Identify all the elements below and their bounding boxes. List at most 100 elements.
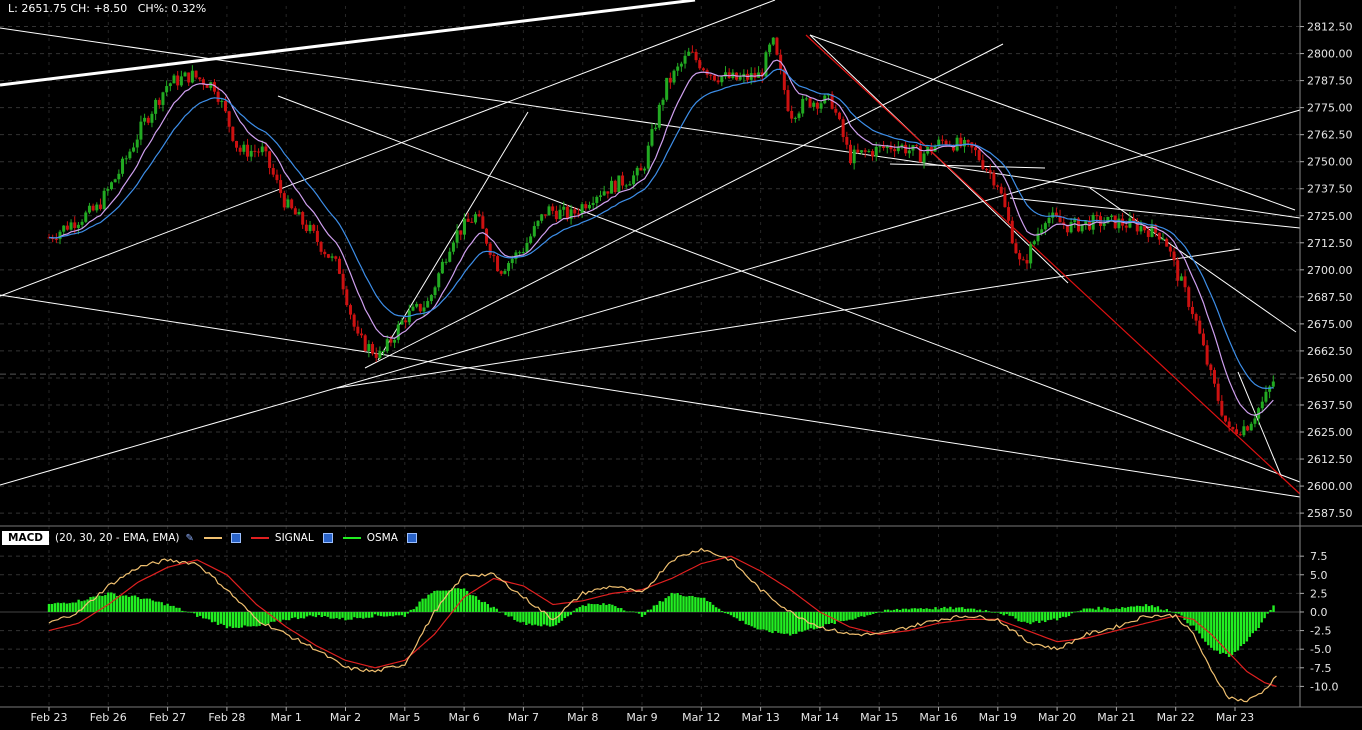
osma-bar — [646, 609, 650, 612]
candle-up — [95, 204, 99, 211]
osma-bar — [368, 611, 371, 618]
osma-bar — [854, 611, 857, 619]
osma-bar — [717, 608, 721, 612]
osma-bar — [768, 611, 771, 633]
osma-bar — [113, 593, 116, 612]
osma-bar — [741, 611, 745, 621]
osma-bar — [1109, 609, 1112, 612]
candle-down — [337, 258, 341, 274]
candle-down — [1183, 276, 1187, 288]
candle-down — [293, 208, 297, 215]
osma-bar — [359, 611, 362, 618]
candle-down — [360, 333, 364, 336]
osma-bar — [258, 611, 261, 626]
candle-up — [139, 121, 143, 140]
osma-bar — [489, 607, 492, 612]
candle-up — [165, 86, 169, 93]
candle-up — [132, 147, 136, 152]
osma-checkbox[interactable] — [406, 533, 417, 543]
last-price: L: 2651.75 — [8, 2, 67, 15]
candle-down — [668, 77, 672, 83]
osma-bar — [406, 611, 409, 614]
candle-up — [587, 204, 591, 209]
candle-down — [1021, 259, 1025, 261]
osma-bar — [107, 592, 110, 612]
time-tick-label: Feb 26 — [90, 711, 127, 724]
trendline — [0, 109, 1301, 486]
candle-up — [260, 146, 264, 153]
osma-bar — [1198, 611, 1201, 634]
osma-bar — [347, 611, 350, 620]
candle-down — [205, 84, 209, 88]
osma-bar — [166, 603, 169, 612]
signal-checkbox[interactable] — [322, 533, 333, 543]
candle-up — [437, 273, 441, 288]
candle-up — [124, 158, 128, 160]
osma-bar — [694, 597, 697, 612]
candle-up — [580, 204, 584, 214]
osma-bar — [53, 603, 57, 612]
candle-down — [264, 146, 268, 152]
wrench-icon[interactable]: ✎ — [186, 533, 194, 544]
osma-bar — [329, 611, 332, 619]
osma-bar — [172, 605, 175, 612]
candle-down — [1165, 238, 1169, 247]
osma-bar — [323, 611, 326, 617]
osma-bar — [534, 611, 537, 625]
candle-up — [532, 226, 536, 237]
macd-checkbox[interactable] — [230, 533, 241, 543]
price-tick-label: 2775.00 — [1307, 102, 1353, 115]
osma-bar — [1162, 610, 1166, 612]
candle-down — [863, 150, 867, 152]
osma-bar — [981, 611, 985, 612]
candle-up — [797, 113, 801, 118]
osma-bar — [308, 611, 312, 616]
osma-bar — [875, 611, 878, 614]
candle-up — [382, 350, 386, 352]
osma-bar — [652, 605, 656, 612]
candle-up — [654, 127, 658, 130]
candle-down — [176, 75, 180, 86]
osma-bar — [290, 611, 294, 619]
osma-bar — [178, 607, 181, 612]
trendline — [0, 0, 776, 297]
trendline — [809, 34, 1296, 211]
chart-canvas[interactable]: 2812.50 2800.00 2787.50 2775.00 2762.50 2750.… — [0, 0, 1362, 730]
candle-up — [429, 295, 433, 302]
osma-bar — [969, 608, 973, 612]
candle-up — [646, 145, 650, 169]
osma-bar — [993, 611, 997, 613]
candle-up — [676, 66, 680, 71]
osma-bar — [370, 611, 374, 618]
osma-bar — [599, 604, 602, 612]
osma-bar — [403, 611, 406, 617]
osma-bar — [433, 590, 436, 612]
osma-bar — [655, 604, 659, 612]
osma-bar — [1171, 611, 1174, 613]
candle-down — [348, 305, 352, 315]
osma-bar — [605, 604, 608, 612]
candle-up — [1110, 215, 1114, 217]
osma-bar — [121, 595, 125, 612]
osma-bar — [1130, 606, 1133, 612]
time-tick-label: Mar 2 — [330, 711, 361, 724]
candle-up — [330, 256, 334, 258]
candle-down — [1095, 214, 1099, 217]
osma-bar — [305, 611, 309, 617]
osma-bar — [193, 611, 196, 614]
osma-bar — [356, 611, 359, 619]
osma-bar — [184, 611, 187, 612]
candle-up — [635, 167, 639, 176]
osma-bar — [62, 602, 66, 612]
macd-tag[interactable]: MACD — [2, 531, 49, 545]
osma-bar — [353, 611, 356, 618]
candle-up — [540, 214, 544, 221]
macd-panel — [0, 547, 1300, 703]
osma-bar — [961, 607, 964, 612]
candle-down — [996, 185, 1000, 187]
osma-bar — [350, 611, 353, 620]
osma-bar — [872, 611, 875, 614]
osma-bar — [130, 595, 134, 612]
osma-bar — [569, 611, 573, 615]
trendline-red — [805, 34, 1301, 495]
